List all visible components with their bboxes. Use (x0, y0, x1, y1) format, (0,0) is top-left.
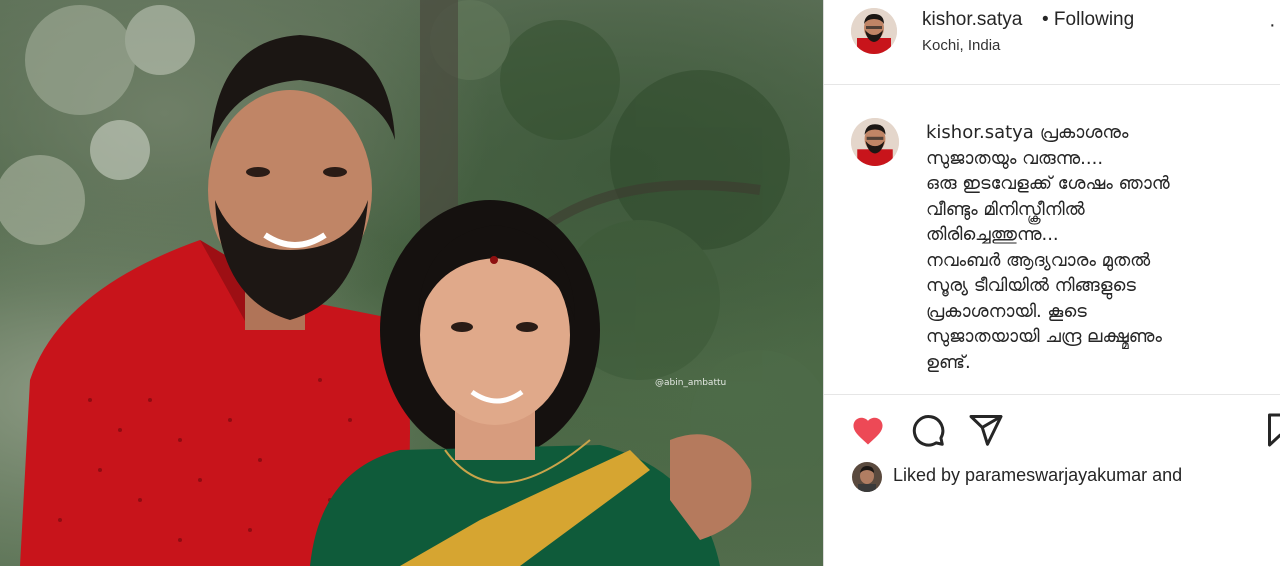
caption-line: പ്രകാശനും (1039, 122, 1129, 143)
caption-line: സുജാതയായി ചന്ദ്ര ലക്ഷ്മണും (926, 326, 1162, 347)
comment-icon[interactable] (908, 410, 948, 450)
more-dots-icon[interactable]: · (1269, 14, 1276, 37)
post-location[interactable]: Kochi, India (922, 37, 1000, 54)
post-photo[interactable]: @abin_ambattu (0, 0, 823, 566)
liker-avatar[interactable] (852, 462, 882, 492)
likes-text[interactable]: Liked by parameswarjayakumar and (893, 465, 1182, 486)
avatar-image (852, 462, 882, 492)
caption-line: നവംബർ ആദ്യവാരം മുതൽ (926, 249, 1151, 271)
caption-line: വീണ്ടും മിനിസ്ക്രീനിൽ (926, 198, 1085, 220)
heart-filled-icon[interactable] (848, 410, 888, 450)
caption-author-avatar[interactable] (851, 118, 899, 166)
caption-line: തിരിച്ചെത്തുന്നു... (926, 224, 1059, 245)
avatar-image (851, 8, 897, 54)
share-icon[interactable] (966, 410, 1006, 450)
post-photo-illustration (0, 0, 823, 566)
author-avatar[interactable] (851, 8, 897, 54)
post-actions (824, 406, 1280, 454)
caption-line: ഉണ്ട്. (926, 351, 971, 373)
post-header: kishor.satya • Following Kochi, India · (824, 0, 1280, 85)
post-caption: kishor.satya പ്രകാശനും സുജാതയും വരുന്നു..… (926, 120, 1261, 375)
bookmark-icon[interactable] (1260, 410, 1280, 450)
caption-line: സുജാതയും വരുന്നു.... (926, 147, 1104, 169)
caption-line: പ്രകാശനായി. കൂടെ (926, 300, 1087, 322)
following-status[interactable]: • Following (1042, 9, 1134, 31)
caption-line: ഒരു ഇടവേളക്ക് ശേഷം ഞാൻ (926, 173, 1170, 194)
caption-username[interactable]: kishor.satya (926, 122, 1034, 143)
likes-summary: Liked by parameswarjayakumar and (852, 460, 1272, 494)
divider (824, 394, 1280, 395)
post-details-panel: kishor.satya • Following Kochi, India · … (823, 0, 1280, 566)
caption-line: സൂര്യ ടീവിയിൽ നിങ്ങളുടെ (926, 275, 1136, 296)
photo-watermark: @abin_ambattu (655, 378, 727, 388)
avatar-image (851, 118, 899, 166)
author-username[interactable]: kishor.satya (922, 9, 1022, 31)
